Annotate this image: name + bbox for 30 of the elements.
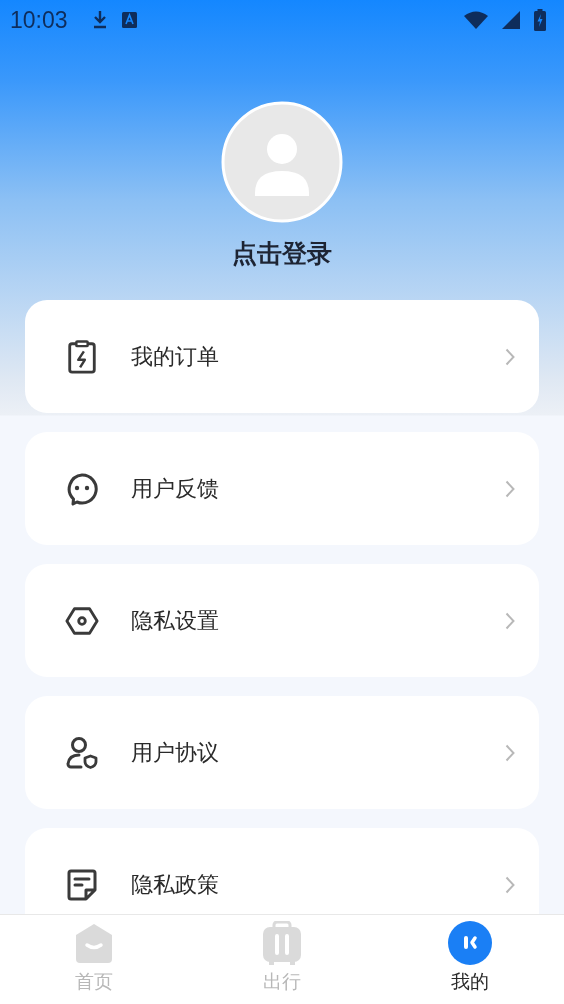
clipboard-bolt-icon [65, 339, 99, 374]
suitcase-icon [260, 921, 304, 965]
login-link[interactable]: 点击登录 [232, 237, 332, 270]
chevron-right-icon [505, 479, 515, 498]
avatar-icon[interactable] [221, 101, 343, 223]
menu-label: 用户反馈 [131, 474, 220, 503]
menu-item[interactable]: 隐私设置 [25, 564, 539, 677]
wifi-icon [464, 11, 488, 29]
menu-item[interactable]: 隐私政策 [25, 828, 539, 914]
chevron-right-icon [505, 611, 515, 630]
menu-label: 用户协议 [131, 738, 220, 767]
chat-face-icon [65, 471, 99, 506]
status-time: 10:03 [10, 6, 68, 34]
keyboard-notification-icon [121, 12, 137, 28]
chevron-right-icon [505, 875, 515, 894]
chevron-right-icon [505, 347, 515, 366]
user-shield-icon [65, 735, 99, 770]
menu-item[interactable]: 用户协议 [25, 696, 539, 809]
menu-label: 隐私设置 [131, 606, 220, 635]
face-icon [448, 921, 492, 965]
menu-label: 我的订单 [131, 342, 220, 371]
download-icon [91, 10, 108, 30]
signal-icon [502, 11, 520, 29]
menu-item[interactable]: 我的订单 [25, 300, 539, 413]
battery-icon [534, 9, 546, 31]
menu-label: 隐私政策 [131, 870, 220, 899]
menu-item[interactable]: 用户反馈 [25, 432, 539, 545]
tab[interactable]: 我的 [376, 915, 564, 1004]
document-icon [65, 867, 99, 902]
chevron-right-icon [505, 743, 515, 762]
